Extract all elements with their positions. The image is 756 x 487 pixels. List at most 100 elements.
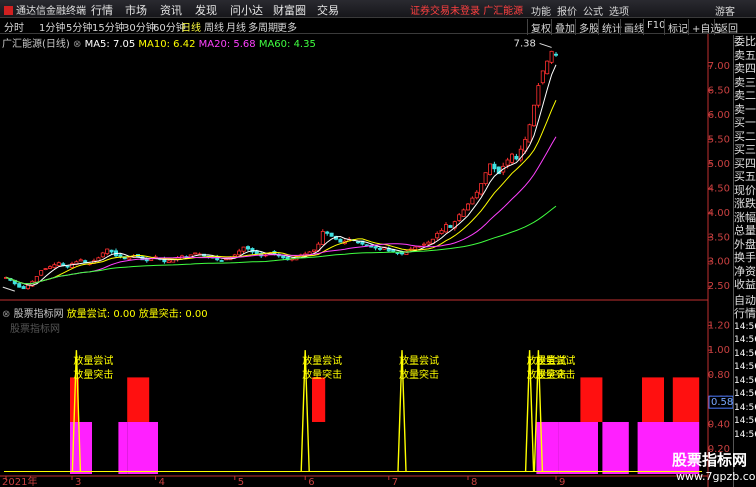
quote-label: 买五 (734, 170, 756, 183)
trade-time: 14:56 (734, 389, 756, 399)
candle-body (78, 259, 83, 262)
candle-body (232, 254, 237, 257)
quote-label: 净资 (734, 264, 756, 278)
candle-body (193, 252, 198, 255)
legend-gear-icon[interactable]: ⊗ (73, 39, 81, 50)
assault-volume-bar (620, 421, 629, 474)
sub-legend-attempt: 放量尝试: 0.00 (66, 309, 136, 320)
trade-time: 14:56 (734, 402, 756, 413)
y-tick-label: 6.00 (708, 110, 730, 121)
stock-name[interactable]: 广汇能源(日线) (2, 39, 70, 50)
trade-time: 14:56 (734, 362, 756, 372)
y-tick-label: 3.50 (708, 232, 730, 243)
current-value-label: 0.58 (711, 397, 733, 408)
quote-label: 买一 (734, 116, 756, 129)
quote-label: 换手 (734, 251, 756, 264)
candle-body (377, 248, 382, 250)
assault-volume-bar (602, 421, 620, 474)
candle-body (48, 266, 53, 269)
kline-chart[interactable]: 2.50 3.00 3.50 4.00 4.50 5.00 5.50 6.00 6.50 7.00… (0, 0, 756, 487)
quote-label: 卖四 (734, 62, 756, 75)
attempt-volume-bar (672, 377, 700, 422)
x-tick-label: 9 (559, 477, 565, 487)
candle-body (395, 252, 400, 254)
candle-body (523, 139, 528, 152)
quote-label: 现价 (734, 183, 756, 197)
x-tick-label: 5 (238, 477, 244, 487)
candle-body (56, 262, 61, 266)
attempt-volume-bar (312, 377, 326, 422)
right-quote-panel: 委比 卖五 卖四 卖三 卖二 卖一 买一 买二 买三 买四 买五 现价 涨跌 涨… (733, 35, 756, 487)
x-tick-label: 4 (159, 477, 165, 487)
attempt-volume-bar (580, 377, 603, 422)
quote-label: 买三 (734, 143, 756, 156)
y-tick-label: 2.50 (708, 281, 730, 292)
signal-attempt-label: 放量尝试 (399, 354, 439, 367)
candle-body (127, 257, 132, 260)
quote-label: 涨幅 (734, 210, 756, 224)
trade-time: 14:56 (734, 416, 756, 426)
signal-assault-label: 放量突击 (73, 368, 113, 381)
assault-volume-bar (536, 421, 559, 474)
site-logo-name: 股票指标网 (672, 451, 748, 469)
candle-body (527, 124, 532, 143)
signal-spike (397, 350, 407, 472)
y-tick-label: 5.50 (708, 134, 730, 145)
candle-body (100, 252, 105, 258)
candle-body (219, 260, 224, 262)
trade-time: 14:56 (734, 348, 756, 359)
candle-body (474, 191, 479, 199)
candle-body (487, 163, 492, 175)
candle-body (492, 163, 497, 170)
x-tick-label: 3 (75, 477, 81, 487)
trade-time: 14:56 (734, 321, 756, 332)
sub-y-tick-label: 0.80 (708, 370, 730, 381)
sub-chart-legend: ⊗ 股票指标网 放量尝试: 0.00 放量突击: 0.00 (2, 305, 208, 320)
trade-time: 14:56 (734, 429, 756, 440)
candle-body (554, 53, 559, 56)
candle-body (465, 203, 470, 211)
signal-spike (300, 350, 310, 472)
sub-legend-assault: 放量突击: 0.00 (138, 309, 208, 320)
candle-body (355, 241, 360, 244)
candle-body (505, 159, 510, 166)
candle-body (118, 254, 123, 258)
candle-body (105, 248, 110, 255)
candle-body (329, 232, 334, 237)
annotation-pointer (539, 42, 552, 48)
candle-body (39, 270, 44, 276)
x-tick-label: 8 (471, 477, 477, 487)
candle-body (237, 250, 242, 256)
candle-body (426, 241, 431, 245)
assault-volume-bar (558, 421, 598, 474)
signal-assault-label: 放量突击 (302, 368, 342, 381)
candle-body (509, 153, 514, 163)
legend-ma10: MA10: 6.42 (138, 39, 196, 50)
candle-body (21, 286, 26, 290)
candle-body (439, 230, 444, 234)
attempt-volume-bar (127, 377, 150, 422)
candle-body (241, 246, 246, 252)
candle-body (25, 284, 30, 290)
x-tick-label: 6 (308, 477, 314, 487)
sub-legend-gear-icon[interactable]: ⊗ (2, 309, 10, 320)
candle-body (443, 224, 448, 233)
ma20-line (5, 136, 557, 285)
sub-indicator-sublabel: 股票指标网 (10, 324, 60, 335)
sub-y-tick-label: 1.20 (708, 320, 730, 331)
assault-volume-bar (127, 421, 158, 474)
ma5-line (5, 64, 557, 286)
signal-attempt-label: 放量尝试 (535, 354, 575, 367)
candle-body (470, 197, 475, 205)
y-tick-label: 5.00 (708, 159, 730, 170)
live-quote-label[interactable]: 行情 (734, 307, 756, 321)
auto-quote-label[interactable]: 自动 (734, 294, 756, 308)
quote-label: 外盘 (734, 237, 756, 251)
candle-body (448, 225, 453, 228)
quote-label: 卖一 (734, 102, 756, 116)
x-tick-label: 2021年 (2, 475, 37, 487)
signal-attempt-label: 放量尝试 (302, 354, 342, 367)
trade-time: 14:56 (734, 375, 756, 386)
candle-body (479, 183, 484, 195)
sub-indicator-name[interactable]: 股票指标网 (14, 309, 64, 320)
